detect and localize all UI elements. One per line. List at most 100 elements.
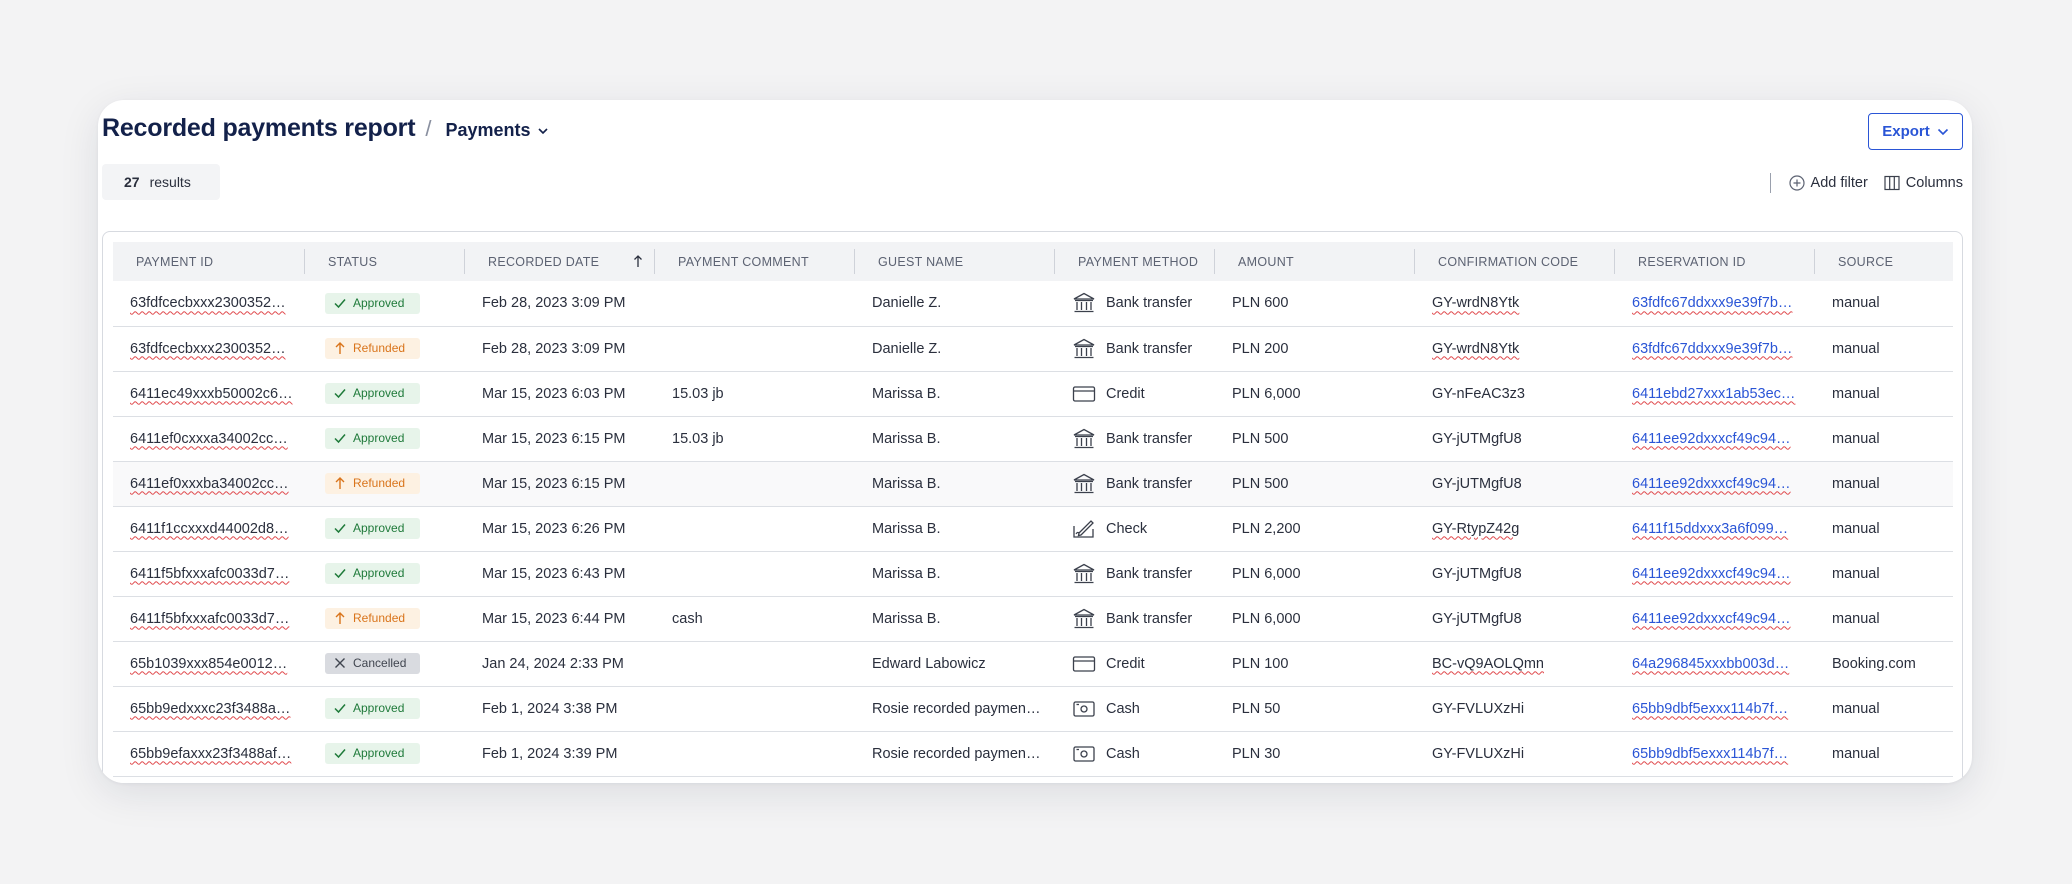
payment-id-cell: 6411f5bfxxxafc0033d7… [113,596,305,641]
confirmation-code-cell: GY-RtypZ42g [1415,506,1615,551]
reservation-id-link[interactable]: 63fdfc67ddxxx9e39f7b… [1632,295,1792,311]
amount-cell: PLN 200 [1232,340,1289,357]
payment-id: 6411f5bfxxxafc0033d7… [130,610,290,627]
status-cell: Approved [305,551,465,596]
reservation-id-link[interactable]: 63fdfc67ddxxx9e39f7b… [1632,341,1792,357]
column-header-recorded-date[interactable]: RECORDED DATE [465,242,655,281]
table-row[interactable]: 63fdfcecbxxx2300352… Approved Feb 28, 2023… [113,281,1953,326]
payment-method-cell: Bank transfer [1055,416,1215,461]
reservation-id-cell: 6411ee92dxxxcf49c94… [1615,596,1815,641]
add-filter-button[interactable]: Add filter [1788,175,1868,191]
status-cell: Refunded [305,596,465,641]
table-row[interactable]: 6411f5bfxxxafc0033d7… Refunded Mar 15, 202… [113,596,1953,641]
status-label: Approved [353,296,405,310]
chevron-down-icon [537,127,548,134]
status-badge: Approved [325,292,420,314]
confirmation-code-cell: BC-vQ9AOLQmn [1415,641,1615,686]
confirmation-code: GY-nFeAC3z3 [1432,385,1525,402]
payment-id: 6411f1ccxxxd44002d8… [130,520,289,537]
column-header-payment-method[interactable]: PAYMENT METHOD [1055,242,1215,281]
source-cell: manual [1832,700,1880,717]
sort-ascending-icon[interactable] [633,254,643,268]
cash-icon [1072,742,1096,766]
payment-comment-cell [655,641,855,686]
status-label: Approved [353,431,405,446]
column-header-source[interactable]: SOURCE [1815,242,1953,281]
table-row[interactable]: 65b1039xxx854e0012… Cancelled Jan 24, 2024… [113,641,1953,686]
payment-method-cell: Bank transfer [1055,461,1215,506]
source-cell: manual [1832,475,1880,492]
confirmation-code-cell: GY-FVLUXzHi [1415,686,1615,731]
page-header: Recorded payments report / Payments [102,114,549,154]
column-header-payment-id[interactable]: PAYMENT ID [113,242,305,281]
column-header-status[interactable]: STATUS [305,242,465,281]
status-label: Approved [353,701,405,716]
reservation-id-link[interactable]: 65bb9dbf5exxx114b7f… [1632,701,1788,717]
payment-method-cell: Bank transfer [1055,551,1215,596]
amount-cell: PLN 500 [1232,475,1289,492]
column-header-guest-name[interactable]: GUEST NAME [855,242,1055,281]
reservation-id-link[interactable]: 65bb9dbf5exxx114b7f… [1632,746,1788,762]
status-badge: Approved [325,742,420,764]
payment-id-cell: 6411ef0xxxba34002cc… [113,461,305,506]
check-pen-icon [1072,517,1096,541]
table-row[interactable]: 65bb9efaxxx23f3488af… Approved Feb 1, 2024… [113,731,1953,776]
table-row[interactable]: 6411ef0xxxba34002cc… Refunded Mar 15, 2023… [113,461,1953,506]
export-button[interactable]: Export [1868,113,1963,150]
column-header-payment-comment[interactable]: PAYMENT COMMENT [655,242,855,281]
source-cell: manual [1832,610,1880,627]
table-row[interactable]: 65bb9edxxxc23f3488a… Approved Feb 1, 2024 … [113,686,1953,731]
check-icon [333,386,347,400]
reservation-id-link[interactable]: 6411f15ddxxx3a6f099… [1632,521,1788,537]
status-badge: Approved [325,517,420,539]
table-row[interactable]: 6411ec49xxxb50002c6… Approved Mar 15, 2023… [113,371,1953,416]
reservation-id-cell: 65bb9dbf5exxx114b7f… [1615,686,1815,731]
payment-method-label: Bank transfer [1106,475,1193,492]
reservation-id-cell: 64a296845xxxbb003d… [1615,641,1815,686]
reservation-id-link[interactable]: 6411ee92dxxxcf49c94… [1632,611,1791,627]
payments-table: PAYMENT ID STATUS RECORDED DATE PAYMENT COM… [113,242,1953,777]
reservation-id-link[interactable]: 64a296845xxxbb003d… [1632,656,1789,672]
payment-method-label: Cash [1106,700,1140,717]
check-icon [333,566,347,580]
table-row[interactable]: 6411ef0cxxxa34002cc… Approved Mar 15, 2023… [113,416,1953,461]
confirmation-code: GY-FVLUXzHi [1432,700,1525,717]
source-cell: manual [1832,520,1880,537]
payment-method-cell: Cash [1055,731,1215,776]
guest-name-cell: Marissa B. [872,610,941,627]
recorded-date-cell: Mar 15, 2023 6:15 PM [482,475,626,492]
guest-name-cell: Marissa B. [872,565,941,582]
payment-method-cell: Cash [1055,686,1215,731]
payment-id-cell: 65bb9efaxxx23f3488af… [113,731,305,776]
payment-method-label: Bank transfer [1106,295,1193,312]
reservation-id-link[interactable]: 6411ee92dxxxcf49c94… [1632,476,1791,492]
view-dropdown[interactable]: Payments [445,120,548,141]
status-badge: Refunded [325,337,420,359]
status-label: Refunded [353,341,406,356]
reservation-id-link[interactable]: 6411ee92dxxxcf49c94… [1632,431,1791,447]
column-header-reservation-id[interactable]: RESERVATION ID [1615,242,1815,281]
page-title: Recorded payments report [102,114,416,142]
amount-cell: PLN 6,000 [1232,385,1301,402]
guest-name-cell: Marissa B. [872,385,941,402]
reservation-id-link[interactable]: 6411ee92dxxxcf49c94… [1632,566,1791,582]
table-row[interactable]: 6411f5bfxxxafc0033d7… Approved Mar 15, 202… [113,551,1953,596]
recorded-date-cell: Feb 1, 2024 3:39 PM [482,745,618,762]
payments-table-container: PAYMENT ID STATUS RECORDED DATE PAYMENT COM… [102,231,1963,783]
reservation-id-cell: 6411ee92dxxxcf49c94… [1615,551,1815,596]
results-count: 27 results [102,164,220,200]
confirmation-code: GY-jUTMgfU8 [1432,565,1522,582]
payment-comment-cell [655,506,855,551]
payment-id: 6411f5bfxxxafc0033d7… [130,565,290,582]
table-row[interactable]: 6411f1ccxxxd44002d8… Approved Mar 15, 2023… [113,506,1953,551]
reservation-id-cell: 63fdfc67ddxxx9e39f7b… [1615,281,1815,326]
status-label: Approved [353,746,405,761]
column-header-amount[interactable]: AMOUNT [1215,242,1415,281]
refund-arrow-icon [333,476,347,490]
columns-button[interactable]: Columns [1884,175,1963,191]
reservation-id-link[interactable]: 6411ebd27xxx1ab53ec… [1632,386,1795,402]
table-row[interactable]: 63fdfcecbxxx2300352… Refunded Feb 28, 2023… [113,326,1953,371]
reservation-id-cell: 6411ee92dxxxcf49c94… [1615,461,1815,506]
column-header-confirmation-code[interactable]: CONFIRMATION CODE [1415,242,1615,281]
payment-id: 65bb9edxxxc23f3488a… [130,700,291,717]
